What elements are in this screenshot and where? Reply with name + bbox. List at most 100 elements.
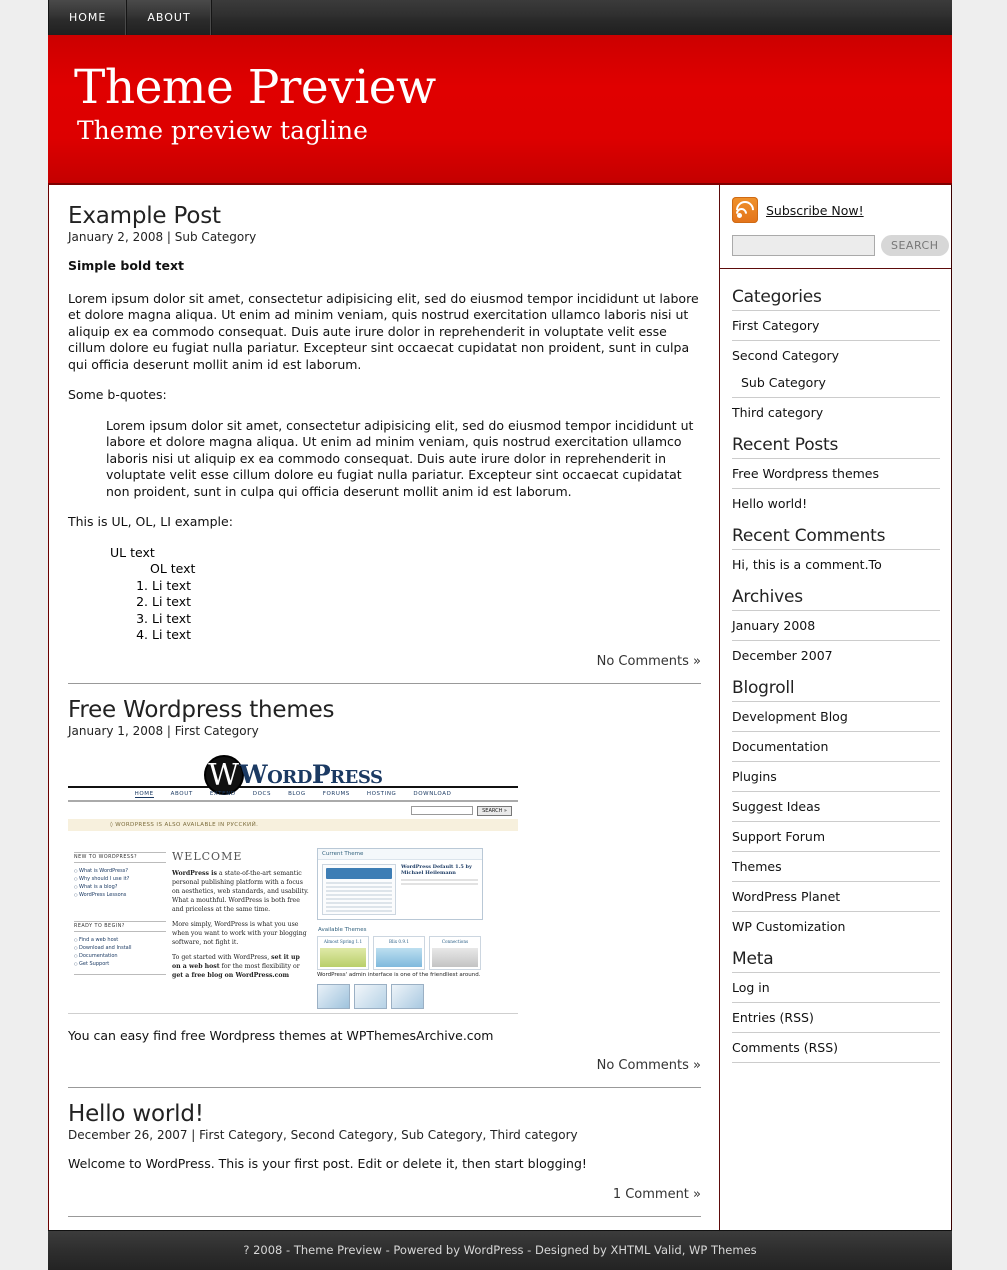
wp-panel-body: WordPress Default 1.5 by Michael Heilema… [318, 860, 482, 919]
wp-left-sidebar: NEW TO WORDPRESS? What is WordPress? Why… [68, 836, 172, 1009]
wp-nav-item: DOCS [252, 790, 272, 797]
wp-theme-thumbnail [322, 863, 396, 915]
wp-nav-item: EXTEND [209, 790, 236, 797]
wp-mini-screenshot [391, 983, 424, 1009]
nav-item-home[interactable]: HOME [48, 0, 128, 35]
sidebar-item-wp-customization[interactable]: WP Customization [732, 911, 940, 941]
wp-sidebar-link: Documentation [74, 952, 166, 960]
wordpress-screenshot-image: W WordPress HOME ABOUT EXTEND DOCS BLOG … [68, 751, 518, 1014]
sidebar-item-january-2008[interactable]: January 2008 [732, 610, 940, 640]
sidebar-item-entries-rss[interactable]: Entries (RSS) [732, 1002, 940, 1032]
main-navigation: HOME ABOUT [48, 0, 952, 35]
sidebar-item-december-2007[interactable]: December 2007 [732, 640, 940, 670]
sidebar-item-first-category[interactable]: First Category [732, 310, 940, 340]
site-tagline: Theme preview tagline [77, 116, 368, 146]
search-form: SEARCH [732, 235, 949, 256]
sidebar-item-sub-category[interactable]: Sub Category [732, 370, 940, 397]
widget-title: Categories [732, 287, 822, 307]
sidebar-item-themes[interactable]: Themes [732, 851, 940, 881]
sidebar-item-comment[interactable]: Hi, this is a comment.To [732, 549, 940, 579]
sidebar-item-free-wordpress-themes[interactable]: Free Wordpress themes [732, 458, 940, 488]
post-title[interactable]: Example Post [68, 203, 701, 229]
post-comments-link[interactable]: No Comments » [68, 1058, 701, 1083]
wp-theme-card-image [320, 947, 366, 967]
wp-search-row: SEARCH » [68, 802, 518, 819]
wp-sidebar-link: Download and Install [74, 944, 166, 952]
wp-admin-caption: WordPress' admin interface is one of the… [317, 971, 481, 978]
search-button[interactable]: SEARCH [881, 235, 949, 256]
widget-title: Recent Comments [732, 526, 886, 546]
post-meta: December 26, 2007 | First Category, Seco… [68, 1128, 578, 1142]
wp-current-theme-panel: Current Theme WordPress Default 1.5 by M… [317, 847, 483, 920]
wp-theme-name: WordPress Default 1.5 by Michael Heilema… [401, 863, 472, 876]
wp-theme-info: WordPress Default 1.5 by Michael Heilema… [401, 864, 478, 915]
widget-meta: Meta Log in Entries (RSS) Comments (RSS) [732, 949, 940, 1063]
wp-nav-item: HOSTING [366, 790, 397, 797]
post-example-post: Example Post January 2, 2008 | Sub Categ… [68, 203, 701, 683]
wp-nav-item: FORUMS [322, 790, 350, 797]
post-free-wordpress-themes: Free Wordpress themes January 1, 2008 | … [68, 697, 701, 1088]
site-title[interactable]: Theme Preview [74, 63, 952, 113]
sidebar-item-plugins[interactable]: Plugins [732, 761, 940, 791]
sidebar-item-log-in[interactable]: Log in [732, 972, 940, 1002]
widget-title: Archives [732, 587, 803, 607]
wp-panel-heading: Current Theme [318, 848, 482, 860]
sidebar-item-third-category[interactable]: Third category [732, 397, 940, 427]
post-title[interactable]: Hello world! [68, 1101, 701, 1127]
sidebar-widgets: Categories First Category Second Categor… [720, 269, 951, 1083]
post-comments-link[interactable]: No Comments » [68, 654, 701, 679]
wp-welcome-heading: WELCOME [172, 849, 243, 863]
wp-p3-mid: for the most flexibility or [219, 962, 300, 970]
ordered-list: Li text Li text Li text Li text [110, 578, 701, 644]
wp-nav-item: HOME [134, 790, 154, 798]
widget-list: First Category Second Category Sub Categ… [732, 310, 940, 427]
search-input[interactable] [732, 235, 875, 256]
wp-nav-item: BLOG [288, 790, 306, 797]
post-bold-text: Simple bold text [68, 258, 184, 273]
blockquote-intro: Some b-quotes: [68, 387, 167, 402]
wp-welcome-paragraph-2: More simply, WordPress is what you use w… [172, 920, 307, 946]
post-meta: January 2, 2008 | Sub Category [68, 230, 257, 244]
sidebar-item-documentation[interactable]: Documentation [732, 731, 940, 761]
sidebar-item-development-blog[interactable]: Development Blog [732, 701, 940, 731]
wp-theme-card-title: Connections [441, 938, 469, 944]
wp-thumb-bar [326, 867, 392, 879]
rss-icon[interactable] [732, 197, 758, 223]
sidebar-item-wordpress-planet[interactable]: WordPress Planet [732, 881, 940, 911]
post-title[interactable]: Free Wordpress themes [68, 697, 701, 723]
sidebar-item-support-forum[interactable]: Support Forum [732, 821, 940, 851]
sidebar-item-second-category[interactable]: Second Category [732, 340, 940, 370]
post-comments-link[interactable]: 1 Comment » [68, 1187, 701, 1212]
wp-search-input [411, 805, 474, 815]
wp-screenshot-row [317, 981, 483, 1009]
wp-sidebar-rule [74, 973, 166, 975]
subscribe-row[interactable]: Subscribe Now! [732, 197, 941, 223]
wp-sidebar-link: What is WordPress? [74, 867, 166, 875]
nav-item-label: ABOUT [147, 11, 191, 24]
post-meta: January 1, 2008 | First Category [68, 723, 259, 738]
wp-theme-card: Almost Spring 1.1 [317, 935, 369, 970]
wp-welcome-column: WELCOME WordPress is a state-of-the-art … [172, 836, 317, 1009]
wp-welcome-paragraph-3: To get started with WordPress, set it up… [172, 953, 309, 980]
widget-blogroll: Blogroll Development Blog Documentation … [732, 678, 940, 941]
wp-nav-item: DOWNLOAD [413, 790, 452, 797]
sidebar-top: Subscribe Now! SEARCH [720, 185, 951, 269]
nav-item-label: HOME [69, 11, 107, 24]
sidebar-item-hello-world[interactable]: Hello world! [732, 488, 940, 518]
nav-item-about[interactable]: ABOUT [127, 0, 212, 35]
wp-p3-pre: To get started with WordPress, [172, 953, 272, 961]
post-body-text: You can easy find free Wordpress themes … [68, 1027, 494, 1043]
post-paragraph: Lorem ipsum dolor sit amet, consectetur … [68, 290, 699, 372]
list-item: Li text [152, 594, 701, 611]
widget-recent-posts: Recent Posts Free Wordpress themes Hello… [732, 435, 940, 518]
wp-nav: HOME ABOUT EXTEND DOCS BLOG FORUMS HOSTI… [68, 788, 518, 802]
site-header-banner: Theme Preview Theme preview tagline [48, 35, 952, 185]
sidebar-item-suggest-ideas[interactable]: Suggest Ideas [732, 791, 940, 821]
sidebar-item-comments-rss[interactable]: Comments (RSS) [732, 1032, 940, 1063]
ol-text: OL text [150, 561, 196, 576]
widget-list: Log in Entries (RSS) Comments (RSS) [732, 972, 940, 1063]
widget-title: Blogroll [732, 678, 795, 698]
widget-recent-comments: Recent Comments Hi, this is a comment.To [732, 526, 940, 579]
wp-section-heading: READY TO BEGIN? [74, 920, 166, 932]
subscribe-link[interactable]: Subscribe Now! [766, 203, 864, 218]
